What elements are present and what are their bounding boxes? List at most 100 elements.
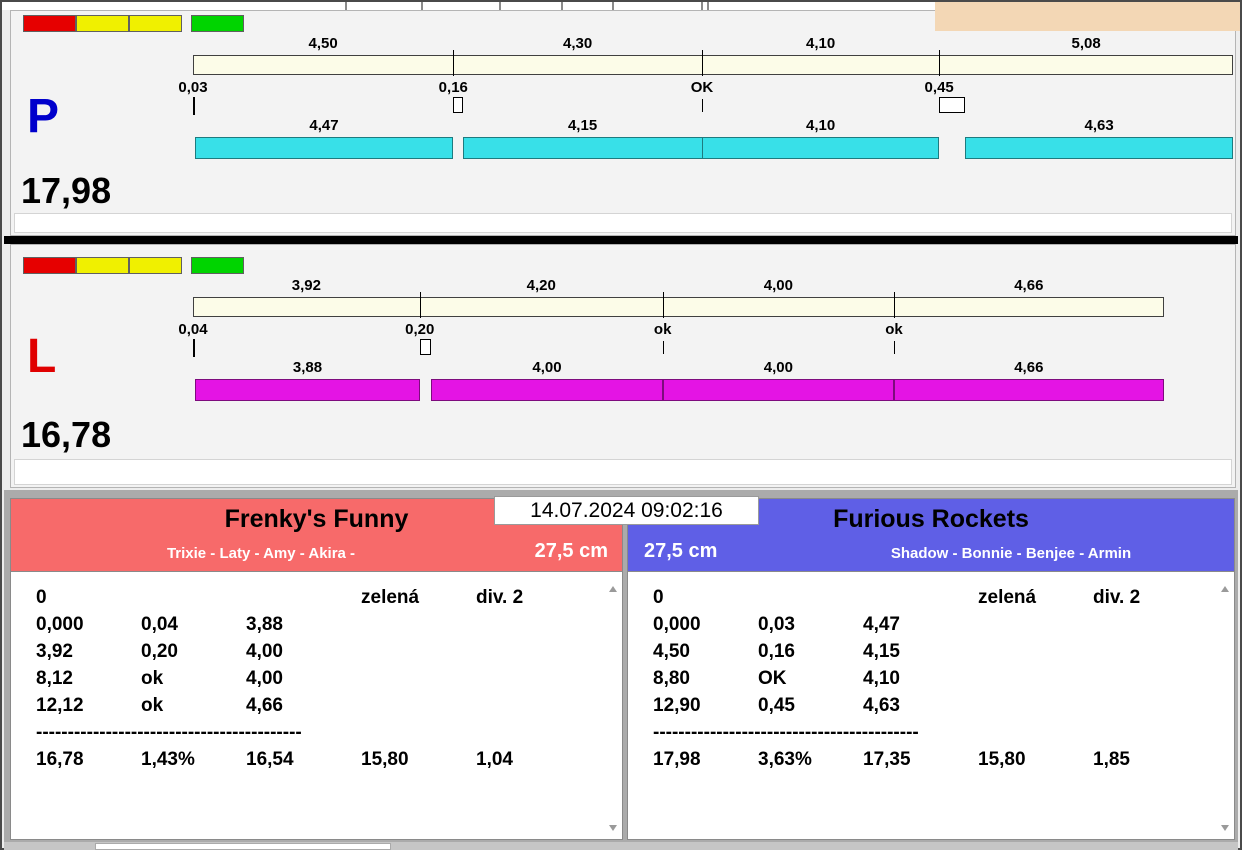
traffic-light-green [191,15,244,32]
lane-chart-p: 4,504,304,105,080,030,16OK0,454,474,154,… [193,35,1233,165]
table-row: 0,0000,043,88 [11,611,622,638]
team-dogs: Shadow - Bonnie - Benjee - Armin [798,545,1224,562]
table-info-row: 0zelenádiv. 2 [11,584,622,611]
team-results-pane[interactable]: 0zelenádiv. 20,0000,034,474,500,164,158,… [628,571,1234,839]
table-cell: 4,15 [863,638,978,665]
split-total-bar [193,55,1233,75]
table-cell: 0,000 [36,611,141,638]
status-strip [14,213,1232,233]
table-cell: 16,78 [36,746,141,773]
run-bar [195,379,419,401]
team-subheader: 27,5 cm Shadow - Bonnie - Benjee - Armin [628,536,1234,571]
run-bar [894,379,1164,401]
split-time-label: 4,20 [527,277,556,294]
table-cell [1093,692,1234,719]
run-time-label: 4,63 [1084,117,1113,134]
table-cell: 8,12 [36,665,141,692]
scroll-up-arrow[interactable] [609,586,617,592]
split-time-label: 4,10 [806,35,835,52]
change-marker [702,99,703,112]
table-cell [863,584,978,611]
table-cell [1093,611,1234,638]
change-marker [193,339,195,357]
change-time-label: ok [654,321,672,338]
table-cell: zelená [978,584,1093,611]
table-cell [361,692,476,719]
traffic-light-yellow-2 [129,15,182,32]
traffic-lights [23,15,244,32]
run-time-label: 4,47 [309,117,338,134]
table-row: 0,0000,034,47 [628,611,1234,638]
table-cell: 0,03 [758,611,863,638]
split-tick [702,50,703,76]
change-time-label: 0,04 [178,321,207,338]
split-time-label: 5,08 [1071,35,1100,52]
change-time-label: 0,20 [405,321,434,338]
jump-height: 27,5 cm [644,540,717,563]
table-cell: 8,80 [653,665,758,692]
table-row: 4,500,164,15 [628,638,1234,665]
table-cell: 4,10 [863,665,978,692]
table-cell: 15,80 [361,746,476,773]
table-row: 3,920,204,00 [11,638,622,665]
teams-area: Frenky's Funny Trixie - Laty - Amy - Aki… [4,490,1238,842]
lane-letter-l: L [27,333,56,381]
scroll-up-arrow[interactable] [1221,586,1229,592]
team-card-right: Furious Rockets 27,5 cm Shadow - Bonnie … [627,498,1235,840]
run-time-label: 4,10 [806,117,835,134]
lane-chart-l: 3,924,204,004,660,040,20okok3,884,004,00… [193,277,1233,407]
run-bar [702,137,939,159]
run-time-label: 4,00 [764,359,793,376]
table-cell: ok [141,665,246,692]
lane-panel-p: P 4,504,304,105,080,030,16OK0,454,474,15… [10,10,1236,236]
scroll-down-arrow[interactable] [1221,825,1229,831]
table-cell [361,665,476,692]
team-dogs: Trixie - Laty - Amy - Akira - [21,545,501,562]
lane-divider [4,236,1238,244]
traffic-light-yellow-1 [76,257,129,274]
lane-total-p: 17,98 [21,173,111,209]
table-cell [141,584,246,611]
table-row: 8,12ok4,00 [11,665,622,692]
traffic-light-yellow-2 [129,257,182,274]
traffic-light-red [23,257,76,274]
table-cell: zelená [361,584,476,611]
table-cell: OK [758,665,863,692]
table-cell [978,611,1093,638]
run-bar [463,137,703,159]
run-bar [195,137,454,159]
table-cell: 16,54 [246,746,361,773]
change-marker [420,339,432,355]
window-edge-artifact [701,2,703,10]
lane-panel-l: L 3,924,204,004,660,040,20okok3,884,004,… [10,244,1236,488]
table-cell: 0,16 [758,638,863,665]
table-cell [246,584,361,611]
window-edge-artifact [612,2,614,10]
table-cell: 1,04 [476,746,622,773]
change-time-label: 0,16 [439,79,468,96]
table-cell [476,665,622,692]
team-results-pane[interactable]: 0zelenádiv. 20,0000,043,883,920,204,008,… [11,571,622,839]
change-marker [663,341,664,354]
table-cell [978,638,1093,665]
bottom-bar-field [95,843,391,850]
clock-display: 14.07.2024 09:02:16 [494,496,759,525]
table-cell [476,611,622,638]
change-marker [939,97,965,113]
run-time-label: 4,66 [1014,359,1043,376]
run-bar [431,379,662,401]
team-subheader: Trixie - Laty - Amy - Akira - 27,5 cm [11,536,622,571]
split-total-bar [193,297,1164,317]
change-marker [453,97,462,113]
scroll-down-arrow[interactable] [609,825,617,831]
jump-height: 27,5 cm [535,540,608,563]
run-bar [965,137,1233,159]
split-tick [894,292,895,318]
table-cell [978,692,1093,719]
table-cell: 12,12 [36,692,141,719]
table-cell: 0,45 [758,692,863,719]
split-time-label: 3,92 [292,277,321,294]
split-time-label: 4,30 [563,35,592,52]
table-info-row: 0zelenádiv. 2 [628,584,1234,611]
traffic-light-green [191,257,244,274]
